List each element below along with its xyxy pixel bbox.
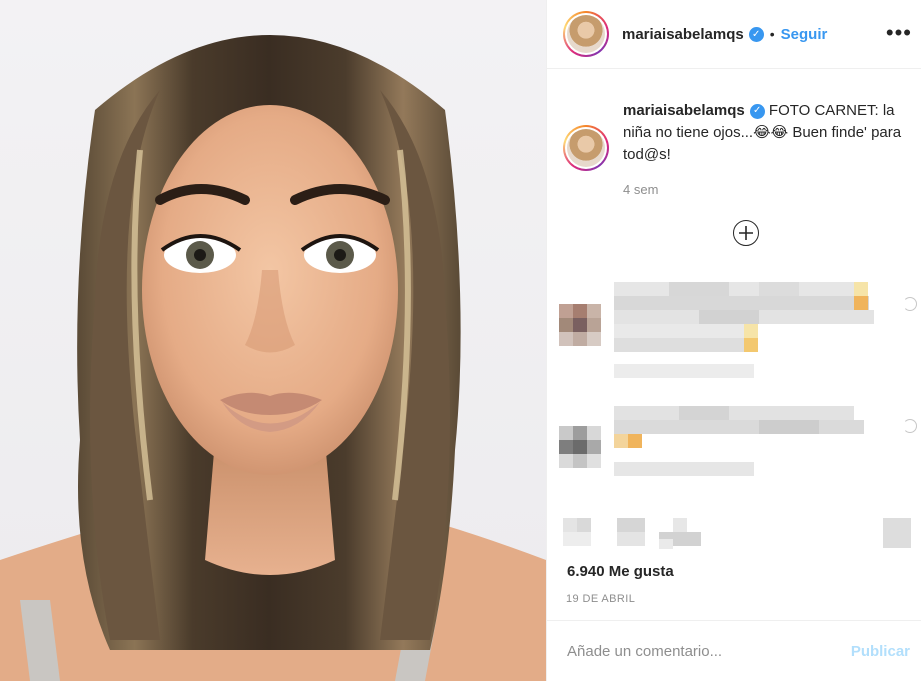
separator-dot: • xyxy=(769,26,775,42)
more-options-icon[interactable]: ••• xyxy=(886,22,912,44)
post-header: mariaisabelamqs ✓ • Seguir ••• xyxy=(547,0,921,69)
comment-item xyxy=(559,406,904,491)
comment-input[interactable] xyxy=(567,642,851,660)
post-caption: mariaisabelamqs ✓ FOTO CARNET: la niña no… xyxy=(563,100,908,201)
verified-badge-icon: ✓ xyxy=(749,103,765,119)
likes-count[interactable]: 6.940 Me gusta xyxy=(567,563,674,580)
caption-username[interactable]: mariaisabelamqs xyxy=(623,102,745,119)
verified-badge-icon: ✓ xyxy=(748,26,764,42)
caption-body: mariaisabelamqs ✓ FOTO CARNET: la niña no… xyxy=(623,100,908,201)
post-photo[interactable] xyxy=(0,0,546,681)
avatar[interactable] xyxy=(563,11,609,57)
comment-item xyxy=(559,282,904,382)
publish-button[interactable]: Publicar xyxy=(851,643,910,660)
like-icon[interactable] xyxy=(563,518,577,532)
avatar-image xyxy=(567,129,605,167)
comment-form: Publicar xyxy=(547,620,921,681)
header-username[interactable]: mariaisabelamqs xyxy=(622,26,744,43)
comment-avatar[interactable] xyxy=(559,426,573,440)
plus-circle-icon xyxy=(739,226,753,240)
comment-like-icon[interactable] xyxy=(903,419,917,433)
post-date[interactable]: 19 DE ABRIL xyxy=(566,593,635,605)
caption-time[interactable]: 4 sem xyxy=(623,179,908,201)
load-more-comments-button[interactable] xyxy=(733,220,759,246)
follow-button[interactable]: Seguir xyxy=(781,26,828,43)
avatar-image xyxy=(567,15,605,53)
comment-avatar[interactable] xyxy=(559,304,573,318)
share-icon[interactable] xyxy=(673,518,687,532)
save-icon[interactable] xyxy=(883,518,911,548)
instagram-post: mariaisabelamqs ✓ • Seguir ••• mariaisab… xyxy=(0,0,921,681)
caption-avatar[interactable] xyxy=(563,125,609,171)
post-side-panel: mariaisabelamqs ✓ • Seguir ••• mariaisab… xyxy=(546,0,921,681)
portrait-image xyxy=(0,35,546,681)
comment-like-icon[interactable] xyxy=(903,297,917,311)
comment-icon[interactable] xyxy=(617,518,645,532)
post-actions-bar xyxy=(547,515,921,555)
